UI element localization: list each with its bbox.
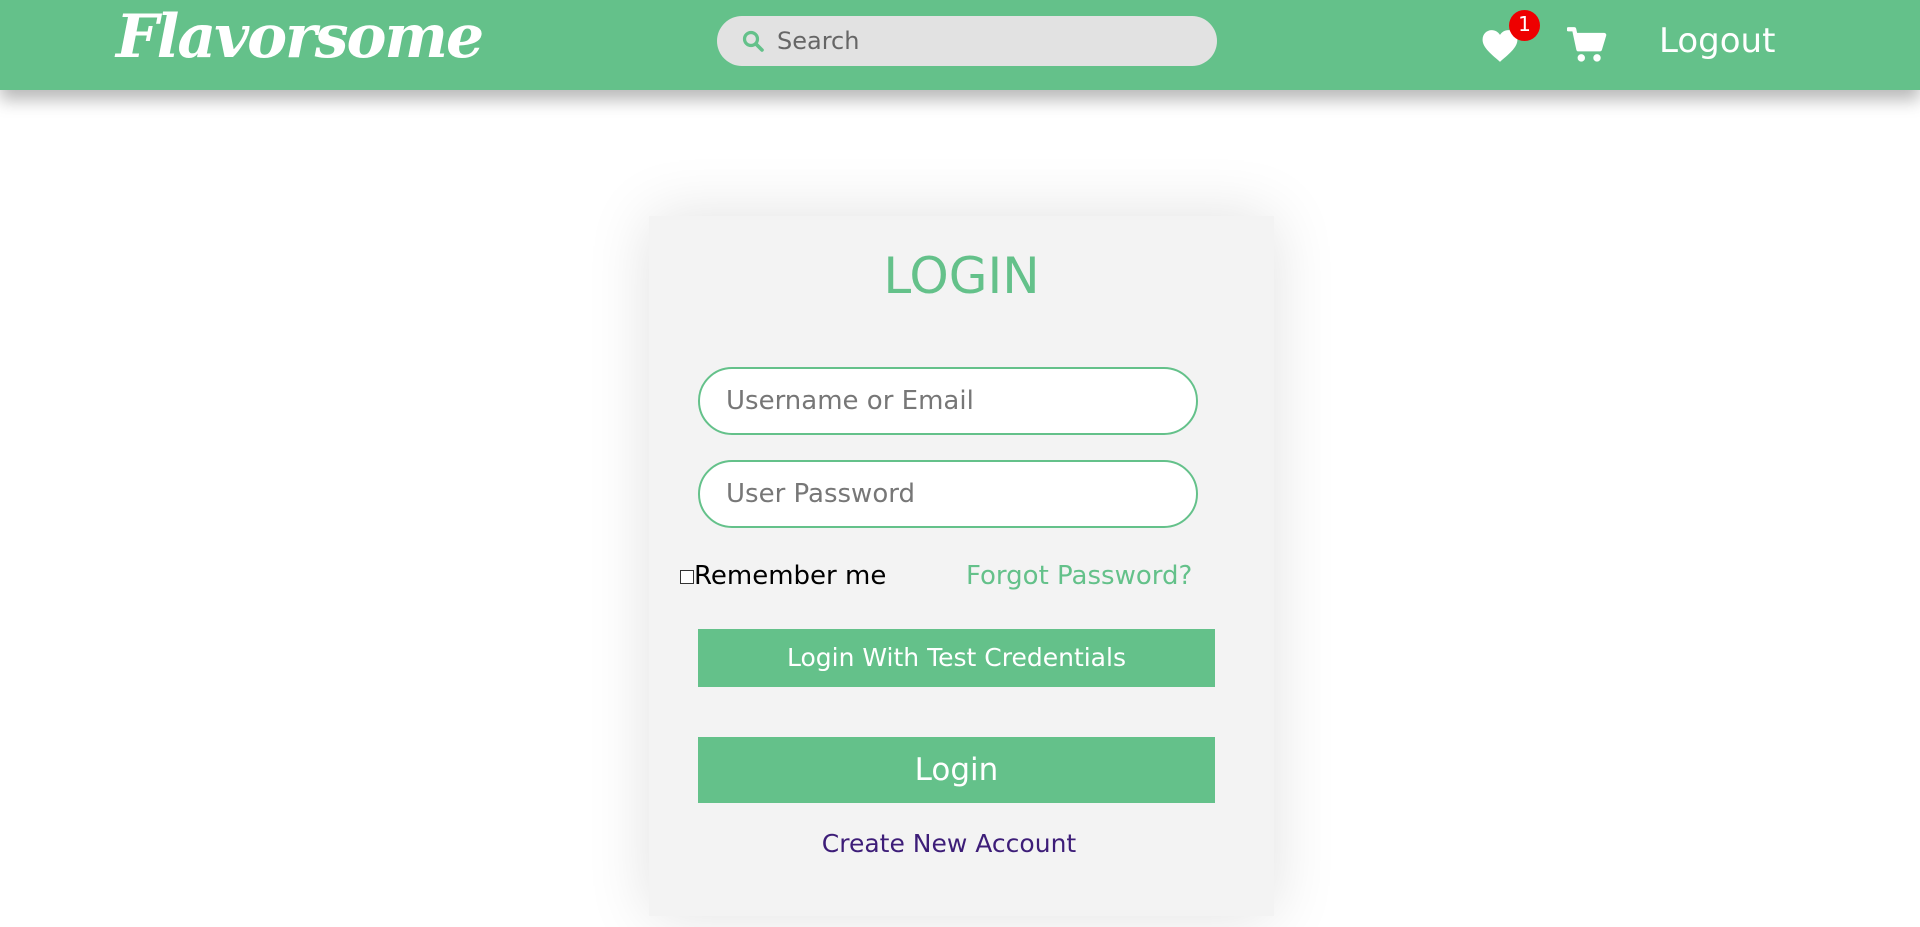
login-title: LOGIN	[883, 247, 1040, 305]
remember-me-label[interactable]: Remember me	[694, 559, 886, 593]
navbar: Flavorsome 1 Logout	[0, 0, 1920, 90]
search-input[interactable]	[777, 16, 1197, 66]
wishlist-count-badge: 1	[1509, 10, 1540, 41]
password-field[interactable]	[698, 460, 1198, 528]
username-field[interactable]	[698, 367, 1198, 435]
remember-me-checkbox[interactable]	[680, 570, 694, 584]
login-test-credentials-button[interactable]: Login With Test Credentials	[698, 629, 1215, 687]
login-card: LOGIN Remember me Forgot Password? Login…	[649, 216, 1274, 916]
login-button[interactable]: Login	[698, 737, 1215, 803]
forgot-password-link[interactable]: Forgot Password?	[966, 559, 1192, 593]
brand-logo[interactable]: Flavorsome	[116, 2, 484, 72]
create-account-link[interactable]: Create New Account	[649, 827, 1249, 861]
logout-link[interactable]: Logout	[1659, 19, 1775, 63]
search-icon[interactable]	[741, 29, 765, 53]
search-bar[interactable]	[717, 16, 1217, 66]
cart-icon[interactable]	[1567, 26, 1607, 64]
